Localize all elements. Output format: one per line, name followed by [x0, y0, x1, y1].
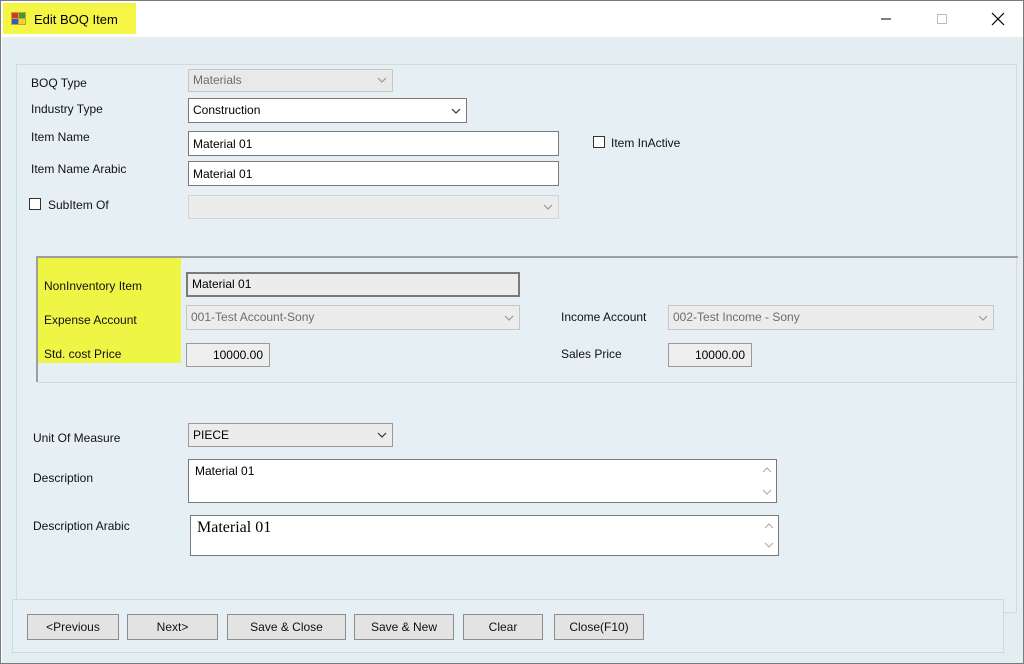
income-account-label: Income Account	[561, 310, 647, 324]
subitem-of-select	[188, 195, 559, 219]
description-arabic-value: Material 01	[197, 519, 272, 536]
subitem-of-checkbox[interactable]	[29, 198, 41, 210]
client-area: BOQ Type Materials Industry Type Constru…	[2, 37, 1023, 663]
expense-account-label: Expense Account	[44, 313, 137, 327]
item-inactive-label: Item InActive	[611, 136, 681, 150]
item-name-arabic-input[interactable]: Material 01	[188, 161, 559, 186]
boq-type-label: BOQ Type	[31, 76, 87, 90]
std-cost-price-label: Std. cost Price	[44, 347, 122, 361]
description-arabic-scrollbar[interactable]	[762, 519, 776, 552]
scroll-down-icon[interactable]	[762, 487, 772, 497]
description-value: Material 01	[195, 464, 255, 478]
unit-of-measure-label: Unit Of Measure	[33, 431, 121, 445]
save-new-button[interactable]: Save & New	[354, 614, 454, 640]
unit-of-measure-select[interactable]: PIECE	[188, 423, 393, 447]
save-close-button[interactable]: Save & Close	[227, 614, 346, 640]
item-name-value: Material 01	[193, 137, 253, 151]
industry-type-value: Construction	[193, 103, 261, 117]
item-name-label: Item Name	[31, 130, 90, 144]
chevron-down-icon	[978, 315, 988, 321]
window-title: Edit BOQ Item	[34, 12, 118, 27]
noninventory-item-value: Material 01	[192, 277, 252, 291]
industry-type-select[interactable]: Construction	[188, 98, 467, 123]
close-icon[interactable]	[983, 7, 1013, 31]
chevron-down-icon	[377, 432, 387, 438]
item-inactive-checkbox[interactable]	[593, 136, 605, 148]
income-account-select: 002-Test Income - Sony	[668, 305, 994, 330]
section-divider-bottom	[38, 382, 1018, 383]
description-scrollbar[interactable]	[760, 463, 774, 499]
std-cost-price-input[interactable]: 10000.00	[186, 343, 270, 367]
income-account-value: 002-Test Income - Sony	[673, 310, 800, 324]
subitem-of-label: SubItem Of	[48, 198, 109, 212]
next-button[interactable]: Next>	[127, 614, 218, 640]
previous-button[interactable]: <Previous	[27, 614, 119, 640]
scroll-up-icon[interactable]	[764, 521, 774, 531]
description-arabic-label: Description Arabic	[33, 519, 130, 533]
expense-account-select: 001-Test Account-Sony	[186, 305, 520, 330]
boq-type-value: Materials	[193, 73, 242, 87]
chevron-down-icon	[543, 204, 553, 210]
noninventory-item-input[interactable]: Material 01	[186, 272, 520, 297]
std-cost-price-value: 10000.00	[212, 348, 263, 362]
sales-price-input[interactable]: 10000.00	[668, 343, 752, 367]
sales-price-value: 10000.00	[694, 348, 745, 362]
chevron-down-icon	[377, 77, 387, 83]
item-name-arabic-value: Material 01	[193, 167, 253, 181]
maximize-icon[interactable]	[927, 7, 957, 31]
item-name-input[interactable]: Material 01	[188, 131, 559, 156]
boq-type-select: Materials	[188, 69, 393, 92]
description-textarea[interactable]: Material 01	[188, 459, 777, 503]
clear-button[interactable]: Clear	[463, 614, 543, 640]
industry-type-label: Industry Type	[31, 102, 103, 116]
expense-account-value: 001-Test Account-Sony	[191, 310, 315, 324]
description-arabic-textarea[interactable]: Material 01	[190, 515, 779, 556]
minimize-icon[interactable]	[871, 7, 901, 31]
scroll-down-icon[interactable]	[764, 540, 774, 550]
app-icon	[11, 12, 26, 25]
sales-price-label: Sales Price	[561, 347, 622, 361]
item-name-arabic-label: Item Name Arabic	[31, 162, 127, 176]
title-bar[interactable]: Edit BOQ Item	[1, 1, 1023, 37]
section-divider	[36, 256, 1018, 258]
close-button[interactable]: Close(F10)	[554, 614, 644, 640]
unit-of-measure-value: PIECE	[193, 428, 230, 442]
noninventory-item-label: NonInventory Item	[44, 279, 143, 293]
chevron-down-icon	[504, 315, 514, 321]
description-label: Description	[33, 471, 94, 485]
button-bar: <Previous Next> Save & Close Save & New …	[12, 599, 1004, 653]
chevron-down-icon	[451, 108, 461, 114]
edit-boq-item-window: Edit BOQ Item BOQ Type Materials Industr…	[0, 0, 1024, 664]
scroll-up-icon[interactable]	[762, 465, 772, 475]
